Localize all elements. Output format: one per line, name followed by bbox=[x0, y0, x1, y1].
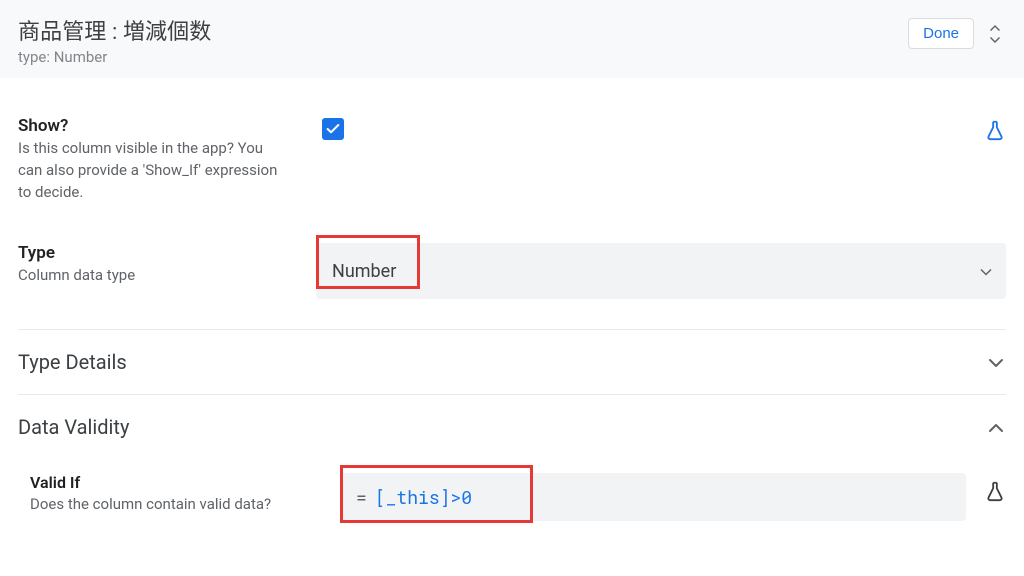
expression-rest: >0 bbox=[450, 485, 472, 509]
caret-down-icon bbox=[980, 261, 992, 282]
section-data-validity-title: Data Validity bbox=[18, 415, 129, 439]
type-select-value: Number bbox=[332, 261, 396, 282]
chevron-down-icon bbox=[988, 353, 1004, 372]
done-button[interactable]: Done bbox=[908, 18, 974, 49]
section-type-details[interactable]: Type Details bbox=[18, 330, 1006, 394]
show-row: Show? Is this column visible in the app?… bbox=[18, 96, 1006, 227]
header-actions: Done bbox=[908, 14, 1006, 49]
type-control: Number bbox=[316, 243, 1006, 299]
valid-if-title: Valid If bbox=[30, 473, 340, 492]
section-type-details-title: Type Details bbox=[18, 350, 127, 374]
show-control bbox=[316, 116, 966, 140]
header-title-block: 商品管理 : 増減個数 type: Number bbox=[18, 14, 211, 66]
show-label-title: Show? bbox=[18, 116, 316, 136]
show-label-desc: Is this column visible in the app? You c… bbox=[18, 138, 278, 203]
type-select[interactable]: Number bbox=[316, 243, 1006, 299]
type-label-block: Type Column data type bbox=[18, 243, 316, 287]
show-label-block: Show? Is this column visible in the app?… bbox=[18, 116, 316, 203]
type-row: Type Column data type Number bbox=[18, 227, 1006, 329]
valid-if-field-wrap: = [_this] >0 bbox=[340, 473, 966, 521]
valid-if-row: Valid If Does the column contain valid d… bbox=[18, 459, 1006, 521]
section-data-validity[interactable]: Data Validity bbox=[18, 395, 1006, 459]
valid-if-expression-field[interactable]: = [_this] >0 bbox=[340, 473, 966, 521]
show-flask-button[interactable] bbox=[966, 116, 1006, 142]
page-header: 商品管理 : 増減個数 type: Number Done bbox=[0, 0, 1024, 78]
type-label-desc: Column data type bbox=[18, 265, 278, 287]
page-subtitle: type: Number bbox=[18, 48, 211, 66]
valid-if-label-block: Valid If Does the column contain valid d… bbox=[30, 473, 340, 515]
chevron-up-icon bbox=[988, 418, 1004, 437]
reorder-handle[interactable] bbox=[984, 20, 1006, 48]
valid-if-desc: Does the column contain valid data? bbox=[30, 494, 280, 515]
expression-equals: = bbox=[356, 485, 367, 509]
type-label-title: Type bbox=[18, 243, 316, 263]
type-select-wrap: Number bbox=[316, 243, 1006, 299]
editor-body: Show? Is this column visible in the app?… bbox=[0, 78, 1024, 521]
page-title: 商品管理 : 増減個数 bbox=[18, 14, 211, 46]
expression-column-ref: [_this] bbox=[375, 485, 451, 509]
show-checkbox[interactable] bbox=[322, 118, 344, 140]
valid-if-flask-button[interactable] bbox=[966, 473, 1006, 503]
